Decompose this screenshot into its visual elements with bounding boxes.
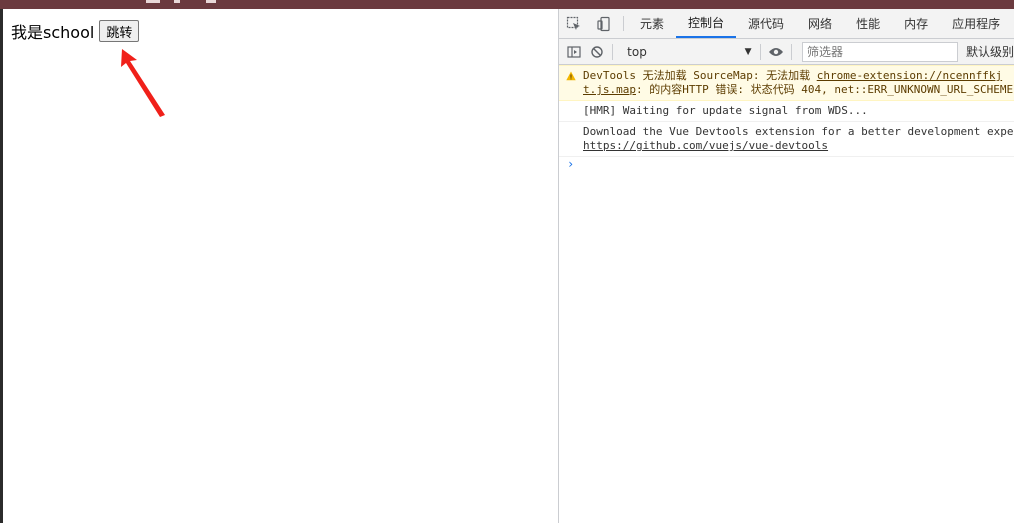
console-log-message: Download the Vue Devtools extension for … — [559, 122, 1014, 157]
tab-memory[interactable]: 内存 — [892, 9, 940, 38]
page-content: 我是school 跳转 — [11, 19, 140, 43]
arrow-shape — [121, 49, 165, 117]
vue-devtools-link[interactable]: https://github.com/vuejs/vue-devtools — [583, 139, 1014, 153]
tab-elements[interactable]: 元素 — [628, 9, 676, 38]
tab-sources[interactable]: 源代码 — [736, 9, 796, 38]
console-prompt[interactable]: › — [559, 157, 1014, 175]
device-toolbar-icon[interactable] — [589, 9, 619, 38]
tab-performance[interactable]: 性能 — [844, 9, 892, 38]
console-output: DevTools 无法加载 SourceMap: 无法加载 chrome-ext… — [559, 65, 1014, 175]
tab-application[interactable]: 应用程序 — [940, 9, 1012, 38]
warning-line-1: DevTools 无法加载 SourceMap: 无法加载 chrome-ext… — [583, 69, 1014, 83]
toolbar-separator — [791, 43, 792, 60]
hmr-log-text: [HMR] Waiting for update signal from WDS… — [583, 104, 868, 117]
page-viewport: 我是school 跳转 — [3, 9, 558, 523]
show-sidebar-icon[interactable] — [563, 40, 586, 64]
console-log-message: [HMR] Waiting for update signal from WDS… — [559, 101, 1014, 122]
tab-edge-mark — [206, 0, 216, 3]
sourcemap-link[interactable]: chrome-extension://ncennffkj — [817, 69, 1002, 82]
devtools-tab-bar: 元素 控制台 源代码 网络 性能 内存 应用程序 — [559, 9, 1014, 39]
vue-devtools-text: Download the Vue Devtools extension for … — [583, 125, 1014, 138]
console-toolbar: top ▼ 默认级别 — [559, 39, 1014, 65]
warning-text-2: : 的内容HTTP 错误: 状态代码 404, net::ERR_UNKNOWN… — [635, 83, 1014, 96]
toolbar-separator — [612, 43, 614, 60]
js-map-link[interactable]: t.js.map — [583, 83, 636, 96]
dropdown-arrow-icon: ▼ — [744, 46, 752, 57]
inspect-element-icon[interactable] — [559, 9, 589, 38]
context-selector-value: top — [627, 44, 647, 59]
devtools-panel: 元素 控制台 源代码 网络 性能 内存 应用程序 top ▼ 默认级别 DevT… — [558, 9, 1014, 523]
live-expression-eye-icon[interactable] — [764, 40, 787, 64]
red-arrow-annotation — [121, 49, 165, 117]
toolbar-separator — [759, 43, 761, 60]
warning-icon — [566, 71, 576, 81]
browser-top-strip — [0, 0, 1014, 9]
tab-console[interactable]: 控制台 — [676, 9, 737, 38]
jump-button[interactable]: 跳转 — [99, 20, 140, 42]
log-levels-dropdown[interactable]: 默认级别 — [966, 43, 1014, 60]
tab-edge-mark — [146, 0, 160, 3]
warning-line-2: t.js.map: 的内容HTTP 错误: 状态代码 404, net::ERR… — [583, 83, 1014, 97]
console-warning-message: DevTools 无法加载 SourceMap: 无法加载 chrome-ext… — [559, 65, 1014, 101]
page-heading: 我是school — [11, 23, 95, 42]
tab-separator — [623, 16, 624, 31]
clear-console-icon[interactable] — [586, 40, 609, 64]
warning-text: DevTools 无法加载 SourceMap: 无法加载 — [583, 69, 817, 82]
tab-edge-mark — [174, 0, 180, 3]
context-selector[interactable]: top ▼ — [623, 42, 755, 62]
tab-network[interactable]: 网络 — [796, 9, 844, 38]
filter-input[interactable] — [801, 41, 958, 62]
prompt-chevron-icon: › — [567, 157, 575, 171]
